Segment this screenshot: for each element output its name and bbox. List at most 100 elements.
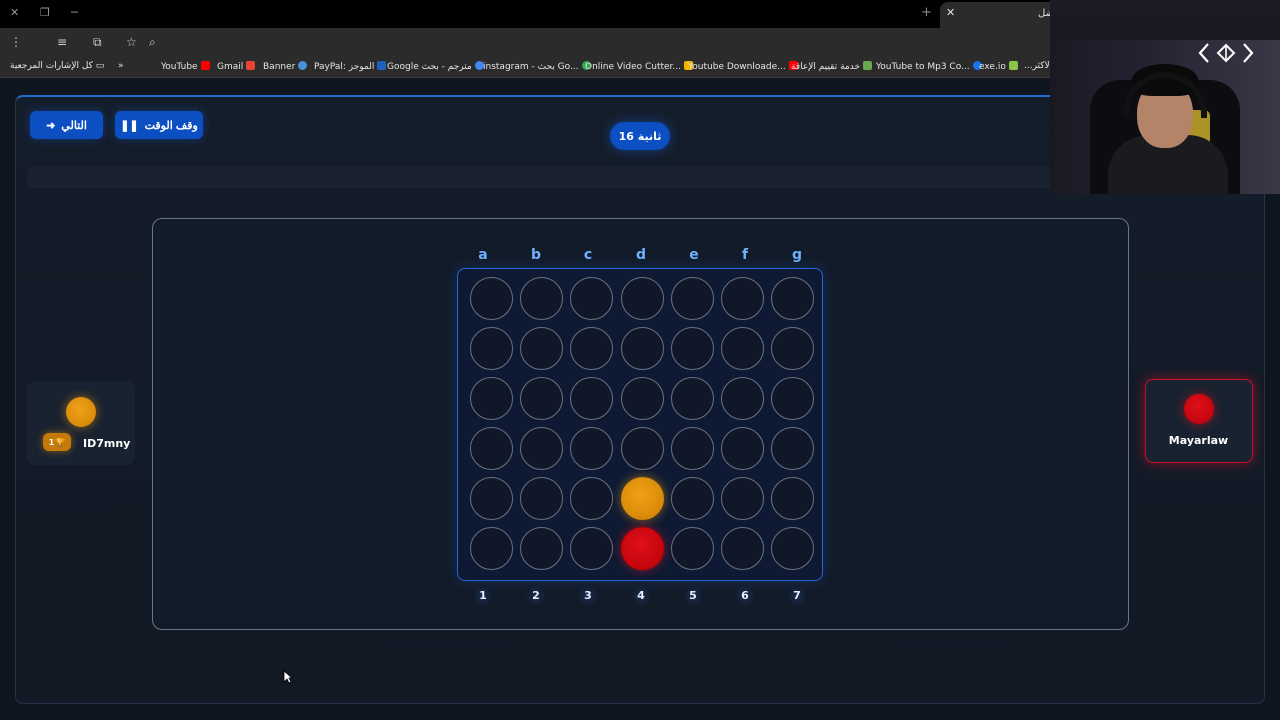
exeio-icon (1008, 61, 1018, 70)
board-cell[interactable] (771, 476, 815, 520)
board-cell[interactable] (771, 526, 815, 570)
board-cell[interactable] (570, 326, 614, 370)
board-cell[interactable] (721, 277, 764, 320)
bookmark-exeio[interactable]: exe.io (979, 61, 1018, 72)
bookmark-youtube-downloader[interactable]: Youtube Downloade... (688, 61, 798, 72)
column-letter-g: g (791, 247, 803, 263)
board-cell[interactable] (721, 426, 764, 470)
board-cell[interactable] (620, 326, 664, 370)
board-disc-yellow[interactable] (620, 476, 664, 520)
board-cell[interactable] (470, 426, 513, 470)
board-cell[interactable] (670, 426, 714, 470)
trophy-icon: 🏆 (55, 437, 66, 447)
tab-close-icon[interactable]: ✕ (946, 6, 955, 19)
column-number-6[interactable]: 6 (733, 587, 757, 605)
bookmark-more[interactable]: ...الاكثر (1024, 61, 1052, 71)
board-cell[interactable] (520, 476, 564, 520)
bookmark-youtube[interactable]: YouTube (161, 61, 210, 72)
column-letter-f: f (741, 247, 749, 263)
column-number-3[interactable]: 3 (576, 587, 600, 605)
board-cell[interactable] (570, 426, 614, 470)
board-cell[interactable] (470, 526, 513, 570)
board-cell[interactable] (721, 326, 764, 370)
board-cell[interactable] (721, 376, 764, 420)
board-cell[interactable] (620, 376, 664, 420)
bookmark-paypal[interactable]: PayPal: الموجز (314, 61, 387, 72)
column-number-1[interactable]: 1 (471, 587, 495, 605)
player-card-right: Mayarlaw (1145, 379, 1253, 463)
player-name-left: ID7mny (83, 437, 131, 450)
board-cell[interactable] (670, 476, 714, 520)
board-cell[interactable] (771, 426, 815, 470)
browser-toolbar: ⋮ ≡ ⧉ ☆ ⌕ (0, 28, 1050, 77)
board-cell[interactable] (470, 476, 513, 520)
board-cell[interactable] (520, 526, 564, 570)
board-cell[interactable] (721, 526, 764, 570)
board-cell[interactable] (520, 326, 564, 370)
board-cell[interactable] (771, 376, 815, 420)
pause-icon: ❚❚ (120, 119, 139, 132)
bookmark-youtube-mp3[interactable]: YouTube to Mp3 Co... (876, 61, 982, 72)
column-letter-b: b (530, 247, 542, 263)
board-cell[interactable] (670, 277, 714, 320)
board-cell[interactable] (771, 326, 815, 370)
menu-dots-icon[interactable]: ⋮ (10, 35, 22, 49)
paypal-icon (377, 61, 387, 70)
board-cell[interactable] (570, 476, 614, 520)
board-cell[interactable] (520, 277, 564, 320)
trophy-count-badge: 1 🏆 (43, 433, 71, 451)
gov-icon (863, 61, 873, 70)
gmail-icon (246, 61, 256, 70)
timer-progress-track (27, 166, 1067, 188)
column-number-5[interactable]: 5 (681, 587, 705, 605)
board-cell[interactable] (620, 277, 664, 320)
media-controls-icon[interactable]: ≡ (57, 35, 67, 49)
bookmark-video-cutter[interactable]: Online Video Cutter... (585, 61, 694, 72)
player-yellow-disc (66, 397, 96, 427)
board-disc-red[interactable] (620, 526, 664, 570)
player-card-left: ID7mny (27, 381, 135, 465)
new-tab-icon[interactable]: + (921, 5, 932, 20)
arrow-right-icon: ➜ (46, 119, 56, 132)
column-number-7[interactable]: 7 (785, 587, 809, 605)
column-letter-c: c (583, 247, 593, 263)
bookmark-all[interactable]: كل الإشارات المرجعية ▭ (10, 61, 104, 71)
restore-window-icon[interactable]: ❐ (40, 6, 50, 19)
bookmark-banner[interactable]: Banner (263, 61, 308, 72)
mouse-cursor-icon (283, 670, 293, 684)
pause-time-button[interactable]: ❚❚ وقف الوقت (115, 111, 203, 139)
bookmarks-overflow-icon[interactable]: » (118, 61, 124, 71)
board-cell[interactable] (470, 326, 513, 370)
board-cell[interactable] (670, 526, 714, 570)
board-cell[interactable] (670, 326, 714, 370)
board-cell[interactable] (570, 526, 614, 570)
column-letter-d: d (635, 247, 647, 263)
browser-tab-bar: ✕ ❐ ─ + ✕ ضل (0, 0, 1055, 28)
column-number-2[interactable]: 2 (524, 587, 548, 605)
minimize-window-icon[interactable]: ─ (71, 6, 78, 19)
bookmarks-bar: كل الإشارات المرجعية ▭ » YouTube Gmail B… (0, 56, 1052, 78)
webcam-overlay (1050, 0, 1280, 194)
column-number-4[interactable]: 4 (629, 587, 653, 605)
board-cell[interactable] (570, 277, 614, 320)
board-cell[interactable] (470, 277, 513, 320)
bookmark-instagram-search[interactable]: instagram - بحث Go... (483, 61, 591, 72)
close-window-icon[interactable]: ✕ (10, 6, 19, 19)
board-cell[interactable] (620, 426, 664, 470)
next-button[interactable]: ➜ التالي (30, 111, 103, 139)
board-cell[interactable] (721, 476, 764, 520)
board-cell[interactable] (520, 426, 564, 470)
board-cell[interactable] (670, 376, 714, 420)
board-cell[interactable] (771, 277, 815, 320)
board-cell[interactable] (470, 376, 513, 420)
bookmark-gmail[interactable]: Gmail (217, 61, 256, 72)
zoom-icon[interactable]: ⌕ (149, 35, 156, 49)
bookmark-google-translate[interactable]: Google مترجم - بحث (387, 61, 484, 72)
bookmark-disability-service[interactable]: خدمة تقييم الإعاقة (791, 61, 873, 72)
board-cell[interactable] (520, 376, 564, 420)
board-cell[interactable] (570, 376, 614, 420)
turn-timer: 16 ثانية (610, 122, 670, 150)
extensions-icon[interactable]: ⧉ (93, 35, 102, 49)
bookmark-star-icon[interactable]: ☆ (126, 35, 137, 49)
player-red-disc (1184, 394, 1214, 424)
